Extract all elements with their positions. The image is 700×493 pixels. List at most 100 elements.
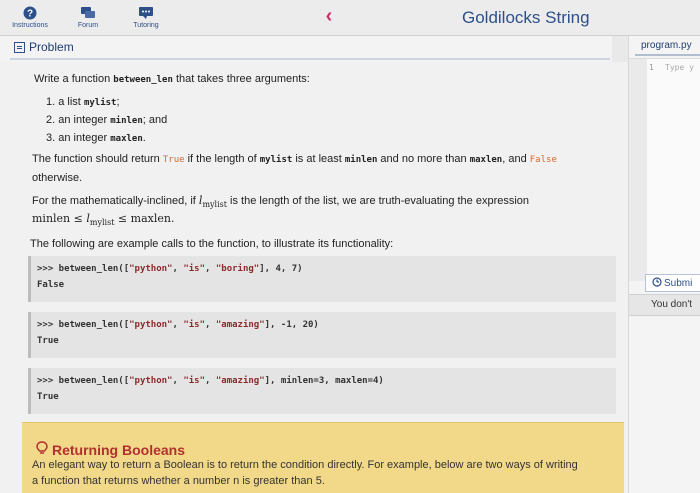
ret-p1: The function should return <box>32 153 163 165</box>
hint-body-cont: a function that returns whether a number… <box>32 475 325 487</box>
arg-post: ; <box>116 96 120 108</box>
hint-title-text: Returning Booleans <box>52 441 186 458</box>
call-s3: "boring" <box>215 264 260 274</box>
tutoring-icon <box>138 5 154 21</box>
call-pre: >>> between_len([ <box>37 320 130 330</box>
false-keyword: False <box>529 155 557 165</box>
arg-num: 3. <box>46 132 56 144</box>
tab-program-file[interactable]: program.py <box>641 40 692 51</box>
forum-label: Forum <box>77 22 99 29</box>
call-post: ], minlen=3, maxlen=4) <box>264 376 384 386</box>
document-icon <box>14 41 25 53</box>
forum-button[interactable]: Forum <box>66 5 110 29</box>
call-pre: >>> between_len([ <box>37 376 130 386</box>
file-tab-underline <box>635 54 700 56</box>
intro-pre: Write a function <box>34 73 114 85</box>
lightbulb-icon <box>36 441 48 458</box>
expr-b: ≤ maxlen. <box>114 212 175 225</box>
editor-gutter <box>629 59 647 281</box>
hint-body: An elegant way to return a Boolean is to… <box>32 459 578 471</box>
line-number: 1 <box>649 63 654 72</box>
arg-pre: an integer <box>58 114 111 126</box>
svg-text:?: ? <box>27 9 33 20</box>
ret-p5: , and <box>502 153 530 165</box>
call-s1: "python" <box>129 264 173 274</box>
problem-tab-bar: Problem <box>0 36 612 62</box>
instructions-label: Instructions <box>12 22 48 29</box>
math-expression: minlen ≤ lmylist ≤ maxlen. <box>32 212 174 227</box>
ret-c3: maxlen <box>469 155 503 165</box>
intro-fn: between_len <box>113 75 173 85</box>
arg-code: minlen <box>110 116 143 126</box>
ret-p3: is at least <box>292 153 345 165</box>
return-otherwise: otherwise. <box>32 172 83 184</box>
editor-panel: program.py 1 Type y Submi You don't <box>628 36 700 493</box>
example-code-block: >>> between_len(["python", "is", "boring… <box>28 256 616 302</box>
call-s3: "amazing" <box>215 376 265 386</box>
list-item: 1. a list mylist; <box>46 96 167 114</box>
top-bar: ? Instructions Forum Tutoring ‹ Goldiloc… <box>0 0 700 36</box>
submit-label: Submi <box>664 277 693 289</box>
example-result: False <box>37 280 65 290</box>
page-title: Goldilocks String <box>462 8 590 27</box>
call-s2: "is" <box>183 376 206 386</box>
tutoring-label: Tutoring <box>133 22 159 29</box>
examples-intro: The following are example calls to the f… <box>30 238 394 250</box>
example-call: >>> between_len(["python", "is", "amazin… <box>37 320 319 330</box>
tab-problem[interactable]: Problem <box>14 40 74 54</box>
intro-text: Write a function between_len that takes … <box>34 73 310 85</box>
example-result: True <box>37 392 59 402</box>
arg-code: maxlen <box>110 134 143 144</box>
arg-pre: a list <box>58 96 84 108</box>
math-p1: For the mathematically-inclined, if <box>32 195 199 207</box>
tab-underline <box>10 58 610 60</box>
arg-code: mylist <box>83 98 117 108</box>
code-editor[interactable]: 1 Type y <box>629 58 700 281</box>
screen: ? Instructions Forum Tutoring ‹ Goldiloc… <box>0 0 700 493</box>
list-item: 3. an integer maxlen. <box>46 132 167 150</box>
expr-sub: mylist <box>89 218 115 228</box>
call-s2: "is" <box>183 320 206 330</box>
call-s2: "is" <box>183 264 206 274</box>
forum-icon <box>80 5 96 21</box>
instructions-button[interactable]: ? Instructions <box>8 5 52 29</box>
call-s1: "python" <box>129 320 173 330</box>
ret-p4: and no more than <box>377 153 470 165</box>
hint-title[interactable]: Returning Booleans <box>36 441 185 458</box>
arg-num: 2. <box>46 114 56 126</box>
math-sub: mylist <box>202 200 227 210</box>
editor-placeholder: Type y <box>665 63 694 72</box>
example-call: >>> between_len(["python", "is", "amazin… <box>37 376 384 386</box>
back-chevron-icon[interactable]: ‹ <box>318 6 340 28</box>
list-item: 2. an integer minlen; and <box>46 114 167 132</box>
call-s1: "python" <box>129 376 173 386</box>
argument-list: 1. a list mylist; 2. an integer minlen; … <box>46 96 167 150</box>
call-post: ], 4, 7) <box>259 264 303 274</box>
arg-num: 1. <box>46 96 56 108</box>
math-p2: is the length of the list, we are truth-… <box>226 195 530 207</box>
nav-icons: ? Instructions Forum Tutoring <box>8 5 168 29</box>
return-description: The function should return True if the l… <box>32 153 557 165</box>
question-icon: ? <box>22 5 38 21</box>
hint-box: Returning Booleans An elegant way to ret… <box>22 422 624 493</box>
call-post: ], -1, 20) <box>264 320 319 330</box>
history-icon <box>652 276 662 290</box>
tutoring-button[interactable]: Tutoring <box>124 5 168 29</box>
ret-c2: minlen <box>344 155 378 165</box>
arg-pre: an integer <box>58 132 111 144</box>
submit-button[interactable]: Submi <box>645 274 700 292</box>
example-call: >>> between_len(["python", "is", "boring… <box>37 264 303 274</box>
arg-post: . <box>142 132 146 144</box>
example-code-block: >>> between_len(["python", "is", "amazin… <box>28 368 616 414</box>
ret-p2: if the length of <box>184 153 260 165</box>
tab-problem-label: Problem <box>29 40 74 54</box>
expr-a: minlen ≤ <box>32 212 87 225</box>
call-s3: "amazing" <box>215 320 265 330</box>
ret-c1: mylist <box>259 155 293 165</box>
example-result: True <box>37 336 59 346</box>
submission-notice: You don't <box>629 294 700 316</box>
math-description: For the mathematically-inclined, if lmyl… <box>32 194 529 209</box>
intro-post: that takes three arguments: <box>172 73 310 85</box>
true-keyword: True <box>162 155 185 165</box>
arg-post: ; and <box>142 114 168 126</box>
